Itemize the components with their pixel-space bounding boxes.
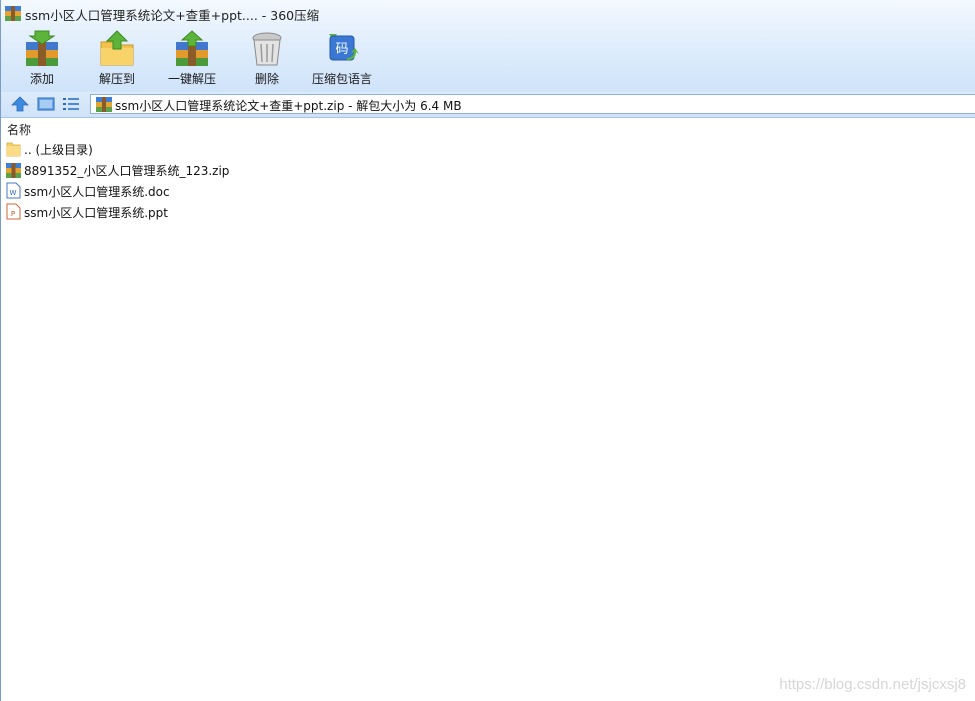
list-item-ppt[interactable]: P ssm小区人口管理系统.ppt xyxy=(2,201,975,222)
list-item-name: ssm小区人口管理系统.doc xyxy=(24,185,170,199)
add-button[interactable]: 添加 xyxy=(19,28,65,88)
one-click-extract-icon xyxy=(176,30,208,66)
one-click-extract-button[interactable]: 一键解压 xyxy=(165,28,219,88)
powerpoint-icon: P xyxy=(6,203,21,220)
title-bar: ssm小区人口管理系统论文+查重+ppt.... - 360压缩 xyxy=(1,0,975,26)
delete-bin-icon xyxy=(252,32,282,66)
list-column-header[interactable]: 名称 xyxy=(2,119,975,137)
delete-button[interactable]: 删除 xyxy=(247,28,287,88)
zip-archive-icon xyxy=(6,163,21,178)
add-archive-icon xyxy=(26,30,58,66)
list-item-name: 8891352_小区人口管理系统_123.zip xyxy=(24,164,230,178)
header-area: ssm小区人口管理系统论文+查重+ppt.... - 360压缩 添加 解压到 … xyxy=(1,0,975,93)
list-item-name: .. (上级目录) xyxy=(24,143,93,157)
archive-icon xyxy=(5,6,21,21)
svg-text:码: 码 xyxy=(335,42,348,57)
list-view-icon[interactable] xyxy=(61,95,81,113)
svg-text:P: P xyxy=(11,210,15,218)
window-title: ssm小区人口管理系统论文+查重+ppt.... - 360压缩 xyxy=(25,8,320,23)
watermark-text: https://blog.csdn.net/jsjcxsj8 xyxy=(779,676,966,693)
list-item-parent-directory[interactable]: .. (上级目录) xyxy=(2,138,975,159)
app-window: ssm小区人口管理系统论文+查重+ppt.... - 360压缩 添加 解压到 … xyxy=(0,0,975,701)
list-item-name: ssm小区人口管理系统.ppt xyxy=(24,206,168,220)
extract-to-button[interactable]: 解压到 xyxy=(95,28,139,88)
column-name-header[interactable]: 名称 xyxy=(7,121,31,138)
navigation-bar: ssm小区人口管理系统论文+查重+ppt.zip - 解包大小为 6.4 MB xyxy=(1,92,975,118)
extract-to-icon xyxy=(100,30,134,66)
address-bar[interactable]: ssm小区人口管理系统论文+查重+ppt.zip - 解包大小为 6.4 MB xyxy=(90,94,975,114)
list-item-doc[interactable]: W ssm小区人口管理系统.doc xyxy=(2,180,975,201)
up-arrow-icon[interactable] xyxy=(10,95,30,113)
toolbar: 添加 解压到 一键解压 删除 码 压缩包语言 xyxy=(1,28,601,90)
file-list: .. (上级目录) 8891352_小区人口管理系统_123.zip W ssm… xyxy=(2,138,975,222)
archive-language-button-label: 压缩包语言 xyxy=(311,72,372,86)
add-button-label: 添加 xyxy=(29,72,54,86)
archive-language-button[interactable]: 码 压缩包语言 xyxy=(309,28,375,88)
one-click-extract-button-label: 一键解压 xyxy=(167,72,216,86)
svg-text:W: W xyxy=(10,189,17,197)
folder-icon xyxy=(6,142,21,157)
list-item-zip[interactable]: 8891352_小区人口管理系统_123.zip xyxy=(2,159,975,180)
delete-button-label: 删除 xyxy=(254,72,279,86)
address-path: ssm小区人口管理系统论文+查重+ppt.zip - 解包大小为 6.4 MB xyxy=(115,99,462,113)
zip-archive-icon xyxy=(96,97,112,112)
extract-to-button-label: 解压到 xyxy=(98,72,135,86)
archive-language-icon: 码 xyxy=(329,34,359,61)
word-doc-icon: W xyxy=(6,182,21,199)
thumbnail-view-icon[interactable] xyxy=(36,95,56,113)
